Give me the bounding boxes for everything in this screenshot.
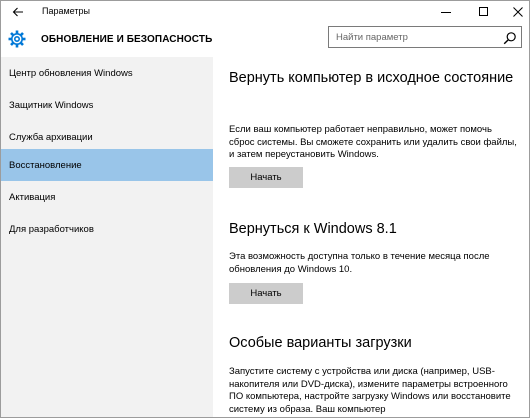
main-content: Вернуть компьютер в исходное состояние Е… (213, 57, 529, 417)
back-arrow-icon (12, 7, 23, 17)
section-title-reset-pc: Вернуть компьютер в исходное состояние (229, 70, 514, 86)
close-icon (513, 7, 523, 17)
close-button[interactable] (501, 1, 529, 23)
sidebar-item-windows-update[interactable]: Центр обновления Windows (1, 57, 213, 89)
sidebar-item-label: Защитник Windows (9, 99, 94, 111)
sidebar-item-label: Активация (9, 191, 56, 203)
sidebar-item-label: Центр обновления Windows (9, 67, 133, 79)
maximize-icon (479, 7, 488, 16)
settings-window: Параметры ОБНОВЛЕНИЕ И БЕЗОПАСНОСТЬ Найт… (0, 0, 530, 418)
section-title-go-back-windows-81: Вернуться к Windows 8.1 (229, 221, 397, 237)
title-bar: Параметры (1, 1, 529, 23)
reset-pc-start-button[interactable]: Начать (229, 167, 303, 188)
page-title: ОБНОВЛЕНИЕ И БЕЗОПАСНОСТЬ (41, 34, 213, 45)
search-input[interactable] (329, 27, 499, 47)
section-description-go-back-windows-81: Эта возможность доступна только в течени… (229, 251, 490, 275)
go-back-start-button[interactable]: Начать (229, 283, 303, 304)
page-header: ОБНОВЛЕНИЕ И БЕЗОПАСНОСТЬ (1, 23, 529, 57)
window-title: Параметры (42, 6, 90, 16)
search-box[interactable] (328, 26, 522, 48)
back-button[interactable] (1, 1, 35, 23)
sidebar-item-for-developers[interactable]: Для разработчиков (1, 213, 213, 245)
sidebar-item-windows-defender[interactable]: Защитник Windows (1, 89, 213, 121)
sidebar-item-label: Восстановление (9, 159, 82, 171)
sidebar-item-activation[interactable]: Активация (1, 181, 213, 213)
section-description-reset-pc: Если ваш компьютер работает неправильно,… (229, 124, 517, 160)
section-description-advanced-startup: Запустите систему с устройства или диска… (229, 366, 511, 415)
sidebar-item-label: Служба архивации (9, 131, 93, 143)
sidebar-item-recovery[interactable]: Восстановление (1, 149, 213, 181)
sidebar-item-label: Для разработчиков (9, 223, 94, 235)
search-icon[interactable] (503, 31, 517, 45)
maximize-button[interactable] (467, 1, 501, 23)
gear-icon (8, 30, 26, 48)
minimize-button[interactable] (429, 1, 463, 23)
minimize-icon (441, 12, 451, 13)
sidebar: Центр обновления Windows Защитник Window… (1, 57, 213, 417)
section-title-advanced-startup: Особые варианты загрузки (229, 335, 412, 351)
